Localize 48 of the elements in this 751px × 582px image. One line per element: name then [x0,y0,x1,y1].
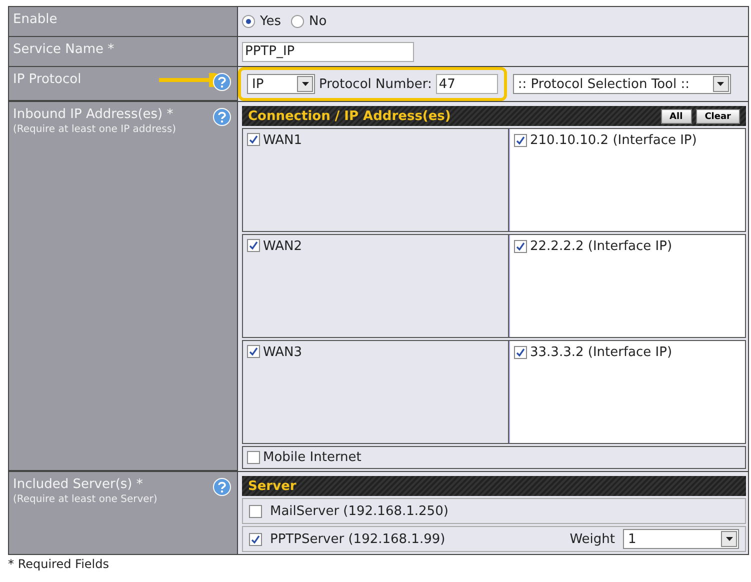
field-note: (Require at least one Server) [13,494,158,505]
radio-label: No [309,14,327,29]
connection-label: Mobile Internet [263,450,362,465]
checkbox[interactable] [249,532,262,546]
address-label: 22.2.2.2 (Interface IP) [530,239,672,254]
caret-icon [712,76,729,92]
field-label: Weight [570,532,615,546]
protocol-tool-select[interactable]: :: Protocol Selection Tool :: [512,74,731,94]
radio-label: Yes [260,14,281,29]
panel-header: Server [242,476,746,496]
field-label: Protocol Number: [319,76,432,92]
header-button[interactable]: All [660,109,692,124]
radio-button[interactable] [291,15,304,28]
panel-header: Connection / IP Address(es) All Clear [242,106,746,126]
caret-icon [297,76,313,92]
checkbox[interactable] [249,504,262,518]
field-note: (Require at least one IP address) [13,124,177,135]
caret-icon [721,531,737,547]
checkbox[interactable] [514,240,527,253]
weight-select[interactable]: 1 [623,529,739,549]
field-label: Inbound IP Address(es) * [13,107,174,122]
address-label: 210.10.10.2 (Interface IP) [530,133,697,148]
connection-label: WAN1 [263,133,302,148]
checkbox[interactable] [247,345,260,358]
address-label: 33.3.3.2 (Interface IP) [530,345,672,360]
footnote: * Required Fields [8,557,110,571]
connection-label: WAN2 [263,239,302,254]
server-label: PPTPServer (192.168.1.99) [270,532,446,546]
checkbox[interactable] [247,239,260,252]
service-name-field[interactable]: PPTP_IP [242,42,414,62]
field-label: Enable [13,12,58,27]
arrow-icon [159,73,231,87]
server-label: MailServer (192.168.1.250) [270,504,450,518]
header-button[interactable]: Clear [696,109,740,124]
checkbox[interactable] [514,346,527,359]
checkbox[interactable] [247,133,260,146]
help-icon[interactable] [213,108,231,126]
checkbox[interactable] [514,134,527,147]
connection-label: WAN3 [263,345,302,360]
field-label: Service Name * [13,42,114,57]
field-label: IP Protocol [13,72,82,87]
radio-button[interactable] [242,15,255,28]
checkbox[interactable] [247,451,260,464]
help-icon[interactable] [213,478,231,496]
field-label: Included Server(s) * [13,477,143,492]
protocol-number-field[interactable]: 47 [436,74,498,94]
help-icon[interactable] [213,73,231,91]
protocol-select[interactable]: IP [247,74,315,94]
